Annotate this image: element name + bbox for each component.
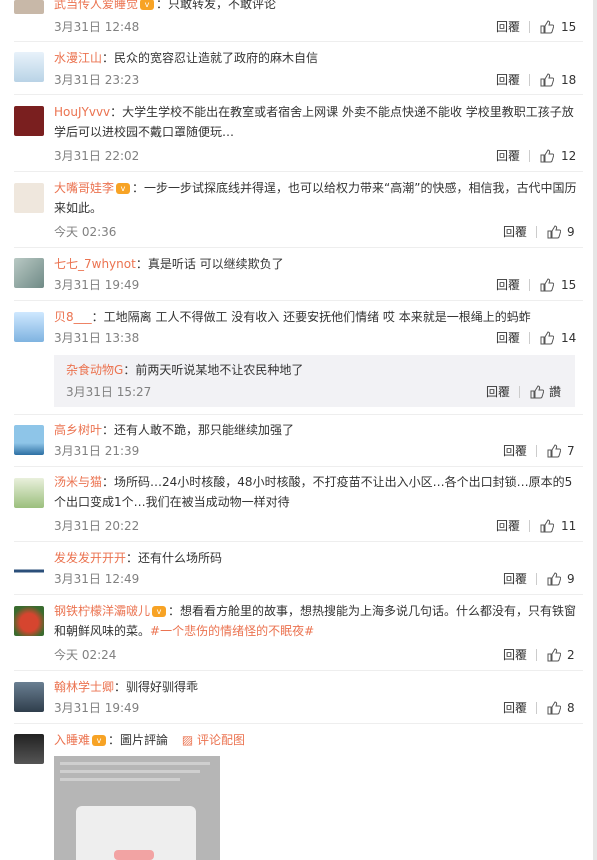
reply-button[interactable]: 回覆 (496, 148, 520, 164)
like-count: 9 (567, 572, 575, 586)
comment-text: 翰林学士卿：驯得好驯得乖 (54, 680, 199, 694)
like-thumb-icon[interactable] (547, 648, 561, 662)
comment-image-thumbnail[interactable] (54, 756, 220, 860)
avatar[interactable] (14, 682, 44, 712)
like-thumb-icon[interactable] (540, 20, 554, 34)
comment-username[interactable]: 汤米与猫 (54, 475, 102, 489)
like-thumb-icon[interactable] (547, 572, 561, 586)
comment-time: 3月31日 23:23 (54, 73, 140, 87)
comment-text: 大嘴哥娃李 v ：一步一步试探底线并得逞，也可以给权力带来“高潮”的快感，相信我，古… (54, 181, 577, 215)
like-thumb-icon[interactable] (547, 701, 561, 715)
comment-username[interactable]: 钢铁柠檬洋灞啵儿 (54, 604, 150, 618)
comment-time: 今天 02:24 (54, 648, 117, 662)
comment-username[interactable]: 翰林学士卿 (54, 680, 114, 694)
comment-text: 汤米与猫：场所码…24小时核酸，48小时核酸，不打疫苗不让出入小区…各个出口封锁… (54, 475, 573, 509)
topic-tag-link[interactable]: #一个悲伤的情绪怪的不眠夜# (150, 624, 314, 638)
like-thumb-icon[interactable] (540, 331, 554, 345)
comment-text: 高乡树叶：还有人敢不跪，那只能继续加强了 (54, 423, 295, 437)
comment-time: 3月31日 21:39 (54, 444, 140, 458)
sub-reply-username[interactable]: 杂食动物G (66, 363, 123, 377)
like-count: 18 (561, 73, 577, 87)
sub-reply-time: 3月31日 15:27 (66, 385, 152, 399)
vip-badge-icon: v (116, 183, 131, 194)
comment-text: 武当传人爱睡觉 v ：只敢转发，不敢评论 (54, 0, 577, 14)
comment-text: 水漫江山：民众的宽容忍让造就了政府的麻木自信 (54, 51, 319, 65)
comment-username[interactable]: 大嘴哥娃李 (54, 181, 114, 195)
comment-time: 3月31日 22:02 (54, 149, 140, 163)
reply-button[interactable]: 回覆 (503, 224, 527, 240)
scrollbar[interactable] (593, 0, 597, 860)
reply-button[interactable]: 回覆 (496, 330, 520, 346)
like-count: 12 (561, 149, 577, 163)
like-thumb-icon[interactable] (540, 149, 554, 163)
comment-time: 今天 02:36 (54, 225, 117, 239)
like-thumb-icon[interactable] (547, 225, 561, 239)
avatar[interactable] (14, 734, 44, 764)
comment-time: 3月31日 12:48 (54, 20, 140, 34)
comment-text: 七七_7whynot：真是听话 可以继续欺负了 (54, 257, 284, 271)
comment-text: 发发发开开开：还有什么场所码 (54, 551, 223, 565)
sub-reply-button[interactable]: 回覆 (486, 384, 510, 400)
avatar[interactable] (14, 106, 44, 136)
comment-text: 入睡难 v ：圖片評論 ▨ 评论配图 (54, 733, 246, 747)
avatar[interactable] (14, 0, 44, 14)
comment-username[interactable]: 发发发开开开 (54, 551, 126, 565)
like-count: 11 (561, 519, 577, 533)
reply-button[interactable]: 回覆 (503, 700, 527, 716)
vip-badge-icon: v (152, 606, 167, 617)
sub-reply-text: 杂食动物G：前两天听说某地不让农民种地了 (66, 363, 304, 377)
avatar[interactable] (14, 606, 44, 636)
image-comment-icon: ▨ (181, 733, 194, 747)
comment-time: 3月31日 12:49 (54, 572, 140, 586)
comment-username[interactable]: 贝8___ (54, 310, 92, 324)
reply-button[interactable]: 回覆 (496, 518, 520, 534)
avatar[interactable] (14, 258, 44, 288)
avatar[interactable] (14, 183, 44, 213)
comment-username[interactable]: 七七_7whynot (54, 257, 136, 271)
reply-button[interactable]: 回覆 (496, 72, 520, 88)
like-count: 15 (561, 278, 577, 292)
comment-text: 钢铁柠檬洋灞啵儿 v ：想看看方舱里的故事，想热搜能为上海多说几句话。什么都没有，只… (54, 604, 577, 638)
comment-time: 3月31日 19:49 (54, 701, 140, 715)
avatar[interactable] (14, 425, 44, 455)
reply-button[interactable]: 回覆 (503, 443, 527, 459)
like-thumb-icon[interactable] (530, 385, 544, 399)
comment-time: 3月31日 13:38 (54, 331, 140, 345)
avatar[interactable] (14, 312, 44, 342)
vip-badge-icon: v (92, 735, 107, 746)
like-count: 8 (567, 701, 575, 715)
comment-text: 贝8___：工地隔离 工人不得做工 没有收入 还要安抚他们情绪 哎 本来就是一根… (54, 310, 531, 324)
comment-text: HouJYvvv：大学生学校不能出在教室或者宿舍上网课 外卖不能点快递不能收 学… (54, 105, 574, 139)
comment-time: 3月31日 20:22 (54, 519, 140, 533)
like-count: 15 (561, 20, 577, 34)
comment-username[interactable]: 水漫江山 (54, 51, 102, 65)
reply-button[interactable]: 回覆 (503, 571, 527, 587)
like-thumb-icon[interactable] (540, 519, 554, 533)
sub-like-label[interactable]: 讚 (549, 384, 561, 400)
like-count: 9 (567, 225, 575, 239)
like-count: 14 (561, 331, 577, 345)
avatar[interactable] (14, 553, 44, 583)
vip-badge-icon: v (140, 0, 155, 10)
like-thumb-icon[interactable] (540, 73, 554, 87)
image-comment-link[interactable]: 评论配图 (197, 733, 245, 747)
comment-username[interactable]: 高乡树叶 (54, 423, 102, 437)
avatar[interactable] (14, 52, 44, 82)
like-thumb-icon[interactable] (540, 278, 554, 292)
comment-username[interactable]: 武当传人爱睡觉 (54, 0, 138, 11)
like-count: 7 (567, 444, 575, 458)
avatar[interactable] (14, 478, 44, 508)
comment-username[interactable]: HouJYvvv (54, 105, 110, 119)
like-count: 2 (567, 648, 575, 662)
reply-button[interactable]: 回覆 (503, 647, 527, 663)
reply-button[interactable]: 回覆 (496, 277, 520, 293)
like-thumb-icon[interactable] (547, 444, 561, 458)
comment-time: 3月31日 19:49 (54, 278, 140, 292)
comment-username[interactable]: 入睡难 (54, 733, 90, 747)
reply-button[interactable]: 回覆 (496, 19, 520, 35)
